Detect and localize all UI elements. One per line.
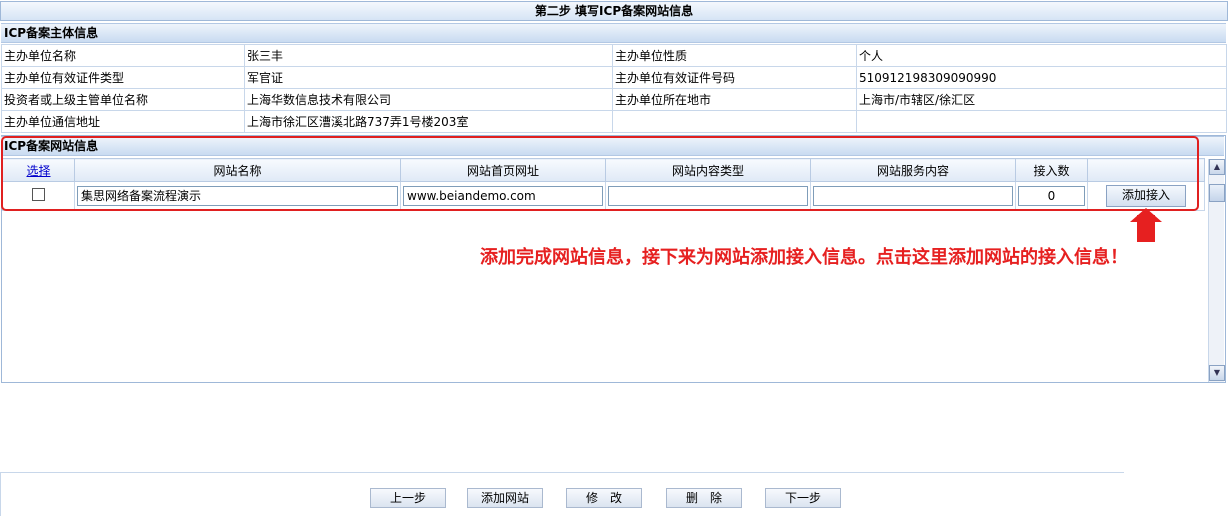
scroll-up-icon[interactable]: ▲ xyxy=(1209,159,1225,175)
delete-button[interactable]: 删 除 xyxy=(666,488,742,508)
scroll-down-icon[interactable]: ▼ xyxy=(1209,365,1225,381)
entity-label: 主办单位所在地市 xyxy=(612,88,857,111)
arrow-shaft xyxy=(1137,215,1155,242)
entity-label: 主办单位名称 xyxy=(1,44,245,67)
highlight-box xyxy=(1,136,1199,211)
entity-label: 主办单位有效证件号码 xyxy=(612,66,857,89)
entity-value: 个人 xyxy=(856,44,1227,67)
entity-label: 主办单位通信地址 xyxy=(1,110,245,133)
entity-value xyxy=(856,110,1227,133)
scroll-thumb[interactable] xyxy=(1209,184,1225,202)
next-step-button[interactable]: 下一步 xyxy=(765,488,841,508)
entity-value: 军官证 xyxy=(244,66,613,89)
entity-row: 主办单位名称 张三丰 主办单位性质 个人 xyxy=(1,44,1227,67)
vertical-scrollbar[interactable]: ▲ ▼ xyxy=(1208,159,1225,382)
entity-value: 张三丰 xyxy=(244,44,613,67)
entity-value: 上海市徐汇区漕溪北路737弄1号楼203室 xyxy=(244,110,613,133)
entity-info-table: 主办单位名称 张三丰 主办单位性质 个人 主办单位有效证件类型 军官证 主办单位… xyxy=(1,44,1227,133)
entity-value: 上海市/市辖区/徐汇区 xyxy=(856,88,1227,111)
edit-button[interactable]: 修 改 xyxy=(566,488,642,508)
entity-row: 主办单位有效证件类型 军官证 主办单位有效证件号码 51091219830909… xyxy=(1,66,1227,89)
bottom-divider xyxy=(0,472,1124,473)
entity-row: 主办单位通信地址 上海市徐汇区漕溪北路737弄1号楼203室 xyxy=(1,110,1227,133)
add-site-button[interactable]: 添加网站 xyxy=(467,488,543,508)
entity-row: 投资者或上级主管单位名称 上海华数信息技术有限公司 主办单位所在地市 上海市/市… xyxy=(1,88,1227,111)
entity-value: 510912198309090990 xyxy=(856,66,1227,89)
entity-label xyxy=(612,110,857,133)
prev-step-button[interactable]: 上一步 xyxy=(370,488,446,508)
bottom-left-border xyxy=(0,472,1,516)
step-title: 第二步 填写ICP备案网站信息 xyxy=(0,1,1228,21)
entity-label: 投资者或上级主管单位名称 xyxy=(1,88,245,111)
entity-label: 主办单位性质 xyxy=(612,44,857,67)
entity-section-title: ICP备案主体信息 xyxy=(1,23,1226,43)
annotation-text: 添加完成网站信息，接下来为网站添加接入信息。点击这里添加网站的接入信息！ xyxy=(480,247,1128,268)
entity-value: 上海华数信息技术有限公司 xyxy=(244,88,613,111)
entity-label: 主办单位有效证件类型 xyxy=(1,66,245,89)
